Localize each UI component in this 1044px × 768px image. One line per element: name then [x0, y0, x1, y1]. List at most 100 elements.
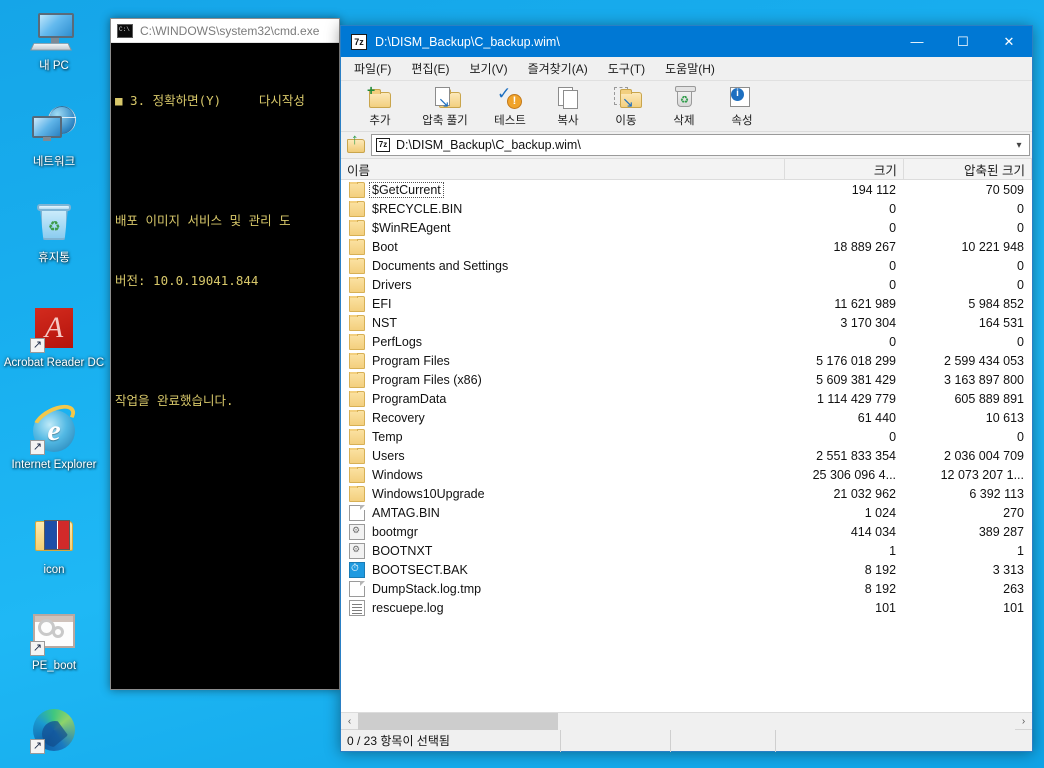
table-row[interactable]: Drivers 0 0: [341, 275, 1032, 294]
desktop-icon-label: 네트워크: [32, 156, 76, 168]
folder-icon: [349, 447, 365, 464]
cell-name: ProgramData: [341, 390, 785, 407]
maximize-button[interactable]: ☐: [940, 26, 986, 57]
desktop-icon-acrobat-reader[interactable]: A ↗ Acrobat Reader DC: [0, 305, 108, 370]
column-compressed-size[interactable]: 압축된 크기: [904, 159, 1032, 179]
menu-edit[interactable]: 편집(E): [408, 58, 452, 79]
toolbar-properties[interactable]: i 속성: [713, 83, 771, 128]
toolbar-delete[interactable]: ♻ 삭제: [655, 83, 713, 128]
cmd-window[interactable]: C:\WINDOWS\system32\cmd.exe ■ 3. 정확하면(Y)…: [110, 18, 340, 690]
horizontal-scrollbar[interactable]: ‹ ›: [341, 712, 1032, 730]
cell-size: 1 024: [864, 505, 897, 520]
table-row[interactable]: EFI 11 621 989 5 984 852: [341, 294, 1032, 313]
menu-view[interactable]: 보기(V): [466, 58, 510, 79]
close-button[interactable]: ✕: [986, 26, 1032, 57]
table-row[interactable]: bootmgr 414 034 389 287: [341, 522, 1032, 541]
my-pc-icon: [30, 8, 78, 56]
menu-help[interactable]: 도움말(H): [662, 58, 718, 79]
file-icon: [349, 580, 365, 597]
cell-name: PerfLogs: [341, 333, 785, 350]
folder-icon: [349, 485, 365, 502]
table-row[interactable]: BOOTNXT 1 1: [341, 541, 1032, 560]
minimize-button[interactable]: —: [894, 26, 940, 57]
toolbar-label: 속성: [731, 115, 753, 127]
scroll-right-button[interactable]: ›: [1015, 716, 1032, 727]
desktop-icon-folder[interactable]: icon: [0, 512, 108, 577]
cmd-titlebar[interactable]: C:\WINDOWS\system32\cmd.exe: [111, 19, 339, 43]
file-name: PerfLogs: [372, 334, 423, 349]
microsoft-edge-icon: ↗: [30, 706, 78, 754]
up-folder-icon[interactable]: ↑: [345, 132, 367, 156]
table-row[interactable]: Program Files (x86) 5 609 381 429 3 163 89…: [341, 370, 1032, 389]
scroll-left-button[interactable]: ‹: [341, 716, 358, 727]
table-row[interactable]: Users 2 551 833 354 2 036 004 709: [341, 446, 1032, 465]
desktop-icon-my-pc[interactable]: 내 PC: [0, 8, 108, 73]
column-size[interactable]: 크기: [785, 159, 904, 179]
column-name[interactable]: 이름: [341, 159, 786, 179]
address-input[interactable]: 7z D:\DISM_Backup\C_backup.wim\ ▾: [371, 134, 1030, 156]
table-row[interactable]: Boot 18 889 267 10 221 948: [341, 237, 1032, 256]
cell-name: Windows: [341, 466, 785, 483]
table-row[interactable]: $WinREAgent 0 0: [341, 218, 1032, 237]
table-row[interactable]: PerfLogs 0 0: [341, 332, 1032, 351]
desktop-icon-pe-boot[interactable]: ↗ PE_boot: [0, 608, 108, 673]
internet-explorer-icon: e ↗: [28, 398, 80, 455]
cell-size: 2 551 833 354: [816, 448, 897, 463]
folder-icon: [349, 276, 365, 293]
menu-tools[interactable]: 도구(T): [605, 58, 648, 79]
toolbar-extract[interactable]: ↘ 압축 풀기: [409, 83, 481, 128]
desktop-icon-label: 내 PC: [39, 60, 69, 72]
cell-name: Boot: [341, 238, 785, 255]
table-row[interactable]: ProgramData 1 114 429 779 605 889 891: [341, 389, 1032, 408]
file-name: $RECYCLE.BIN: [372, 201, 463, 216]
desktop-icon-microsoft-edge[interactable]: ↗: [0, 706, 108, 758]
table-row[interactable]: Documents and Settings 0 0: [341, 256, 1032, 275]
table-row[interactable]: Windows 25 306 096 4... 12 073 207 1...: [341, 465, 1032, 484]
cell-size: 8 192: [864, 562, 897, 577]
file-name: DumpStack.log.tmp: [372, 581, 482, 596]
desktop-icon-recycle-bin[interactable]: ♻ 휴지통: [0, 200, 108, 265]
table-row[interactable]: $RECYCLE.BIN 0 0: [341, 199, 1032, 218]
desktop-icon-network[interactable]: 네트워크: [0, 104, 108, 169]
table-row[interactable]: $GetCurrent 194 112 70 509: [341, 180, 1032, 199]
folder-icon: [349, 390, 365, 407]
menu-favorites[interactable]: 즐겨찾기(A): [525, 58, 591, 79]
file-name: EFI: [372, 296, 392, 311]
cell-size: 1: [889, 543, 897, 558]
cell-compressed-size: 164 531: [978, 315, 1024, 330]
table-row[interactable]: Temp 0 0: [341, 427, 1032, 446]
table-row[interactable]: NST 3 170 304 164 531: [341, 313, 1032, 332]
chevron-down-icon[interactable]: ▾: [1009, 140, 1029, 151]
menu-file[interactable]: 파일(F): [351, 58, 394, 79]
table-row[interactable]: BOOTSECT.BAK 8 192 3 313: [341, 560, 1032, 579]
toolbar-test[interactable]: ✓! 테스트: [481, 83, 539, 128]
cell-compressed-size: 0: [1017, 220, 1024, 235]
shortcut-arrow-icon: ↗: [30, 739, 45, 754]
toolbar-copy[interactable]: 복사: [539, 83, 597, 128]
toolbar-move[interactable]: ↘ 이동: [597, 83, 655, 128]
cell-size: 414 034: [850, 524, 897, 539]
file-icon: [349, 542, 365, 559]
cell-size: 1 114 429 779: [817, 391, 897, 406]
cell-size: 0: [889, 429, 897, 444]
cell-compressed-size: 2 036 004 709: [944, 448, 1024, 463]
file-name: Windows10Upgrade: [372, 486, 485, 501]
table-row[interactable]: rescuepe.log 101 101: [341, 598, 1032, 617]
table-row[interactable]: AMTAG.BIN 1 024 270: [341, 503, 1032, 522]
scrollbar-track[interactable]: [358, 712, 1015, 730]
table-row[interactable]: Program Files 5 176 018 299 2 599 434 053: [341, 351, 1032, 370]
table-row[interactable]: DumpStack.log.tmp 8 192 263: [341, 579, 1032, 598]
cell-size: 61 440: [857, 410, 897, 425]
table-row[interactable]: Recovery 61 440 10 613: [341, 408, 1032, 427]
7zip-titlebar[interactable]: 7z D:\DISM_Backup\C_backup.wim\ — ☐ ✕: [341, 26, 1032, 57]
7zip-window[interactable]: 7z D:\DISM_Backup\C_backup.wim\ — ☐ ✕ 파일…: [340, 25, 1033, 752]
toolbar-add[interactable]: + 추가: [351, 83, 409, 128]
scrollbar-thumb[interactable]: [358, 712, 558, 730]
desktop-icon-internet-explorer[interactable]: e ↗ Internet Explorer: [0, 398, 108, 472]
table-row[interactable]: Windows10Upgrade 21 032 962 6 392 113: [341, 484, 1032, 503]
cell-compressed-size: 10 221 948: [961, 239, 1024, 254]
file-list[interactable]: $GetCurrent 194 112 70 509 $RECYCLE.BIN 0 0 $W…: [341, 180, 1032, 712]
cmd-console-output[interactable]: ■ 3. 정확하면(Y) 다시작성 배포 이미지 서비스 및 관리 도 버전: …: [111, 43, 339, 689]
cell-compressed-size: 3 313: [992, 562, 1024, 577]
cell-size: 194 112: [851, 182, 897, 197]
